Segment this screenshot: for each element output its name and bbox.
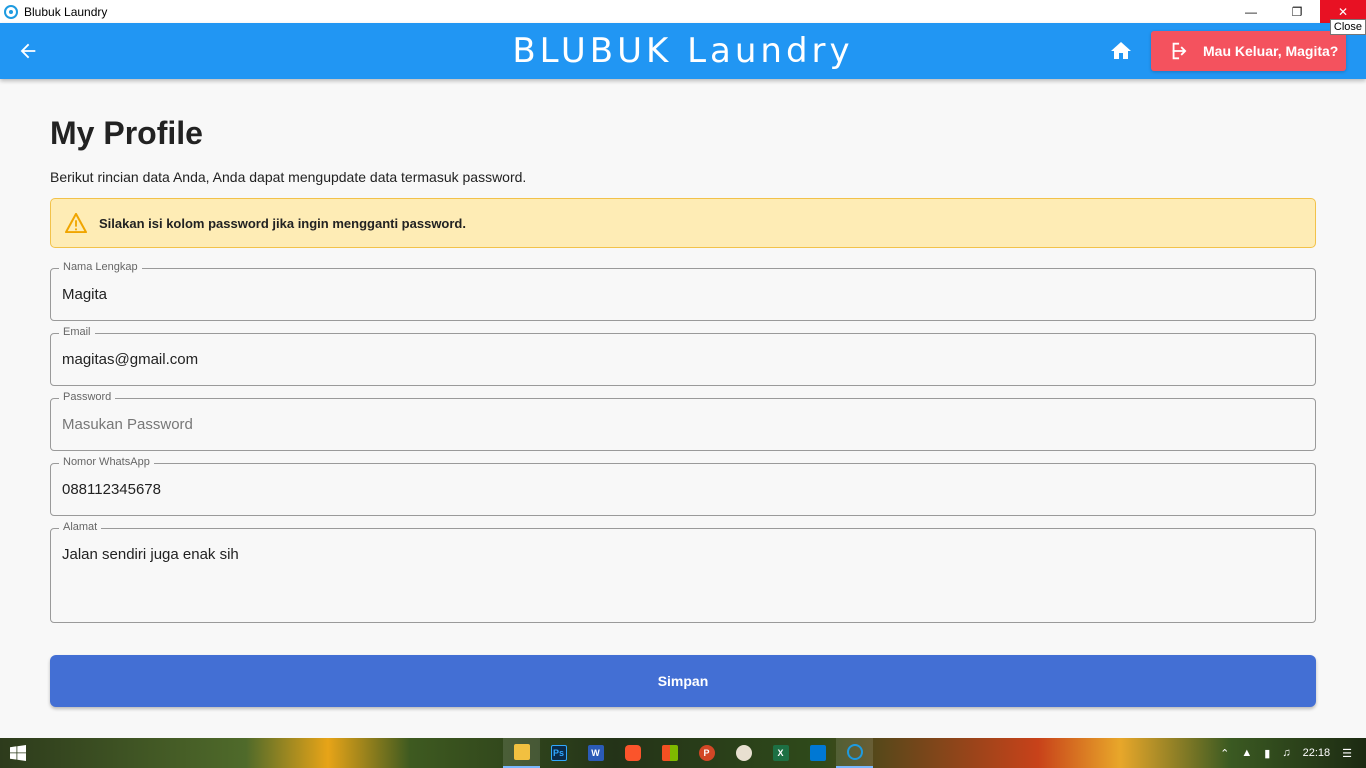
logout-icon xyxy=(1172,42,1187,60)
app-bar: BLUBUK Laundry Mau Keluar, Magita? xyxy=(0,23,1366,79)
home-button[interactable] xyxy=(1107,37,1135,65)
system-tray: ⌃ ▲ ▮ ♫ 22:18 ☰ xyxy=(1214,738,1366,768)
windows-logo-icon xyxy=(10,745,26,761)
minimize-button[interactable]: — xyxy=(1228,0,1274,23)
start-button[interactable] xyxy=(0,738,36,768)
file-explorer-icon[interactable] xyxy=(503,738,540,768)
window-title: Blubuk Laundry xyxy=(24,4,108,19)
battery-icon[interactable]: ▮ xyxy=(1264,747,1270,760)
excel-icon[interactable]: X xyxy=(762,738,799,768)
name-field-value[interactable]: Magita xyxy=(62,286,107,303)
password-warning-alert: Silakan isi kolom password jika ingin me… xyxy=(50,198,1316,248)
window-titlebar: Blubuk Laundry — ❐ ✕ Close xyxy=(0,0,1366,35)
password-field[interactable]: Password Masukan Password xyxy=(50,391,1316,451)
notification-icon[interactable]: ☰ xyxy=(1342,747,1352,760)
home-icon xyxy=(1111,42,1131,59)
blubuk-laundry-taskbar-icon[interactable] xyxy=(836,738,873,768)
save-button[interactable]: Simpan xyxy=(50,655,1316,707)
address-field[interactable]: Alamat Jalan sendiri juga enak sih xyxy=(50,521,1316,623)
password-field-placeholder[interactable]: Masukan Password xyxy=(62,416,193,433)
email-field-value[interactable]: magitas@gmail.com xyxy=(62,351,198,368)
logout-label: Mau Keluar, Magita? xyxy=(1203,43,1339,59)
alert-text: Silakan isi kolom password jika ingin me… xyxy=(99,215,466,231)
restore-button[interactable]: ❐ xyxy=(1274,0,1320,23)
brave-icon[interactable] xyxy=(614,738,651,768)
password-field-label: Password xyxy=(59,391,116,403)
name-field[interactable]: Nama Lengkap Magita xyxy=(50,261,1316,321)
vscode-icon[interactable] xyxy=(799,738,836,768)
logout-button[interactable]: Mau Keluar, Magita? xyxy=(1151,31,1346,71)
name-field-label: Nama Lengkap xyxy=(59,261,142,273)
whatsapp-field[interactable]: Nomor WhatsApp 088112345678 xyxy=(50,456,1316,516)
paint-icon[interactable] xyxy=(725,738,762,768)
email-field-label: Email xyxy=(59,326,95,338)
wifi-icon[interactable]: ▲ xyxy=(1241,747,1252,759)
app-logo-icon xyxy=(4,4,18,19)
powerpoint-icon[interactable]: P xyxy=(688,738,725,768)
store-icon[interactable] xyxy=(651,738,688,768)
taskbar-apps: Ps W P X xyxy=(503,738,873,768)
clock[interactable]: 22:18 xyxy=(1303,747,1331,759)
chevron-up-icon[interactable]: ⌃ xyxy=(1220,747,1229,760)
page-title: My Profile xyxy=(50,115,203,151)
address-field-value[interactable]: Jalan sendiri juga enak sih xyxy=(62,546,239,563)
address-field-label: Alamat xyxy=(59,521,102,533)
word-icon[interactable]: W xyxy=(577,738,614,768)
volume-icon[interactable]: ♫ xyxy=(1282,747,1290,759)
whatsapp-field-value[interactable]: 088112345678 xyxy=(62,481,161,498)
photoshop-icon[interactable]: Ps xyxy=(540,738,577,768)
close-tooltip: Close xyxy=(1329,19,1366,35)
email-field[interactable]: Email magitas@gmail.com xyxy=(50,326,1316,386)
whatsapp-field-label: Nomor WhatsApp xyxy=(59,456,154,468)
taskbar: Ps W P X ⌃ ▲ ▮ ♫ 22:18 ☰ xyxy=(0,738,1366,768)
page-description: Berikut rincian data Anda, Anda dapat me… xyxy=(50,169,527,185)
warning-icon xyxy=(65,213,87,233)
